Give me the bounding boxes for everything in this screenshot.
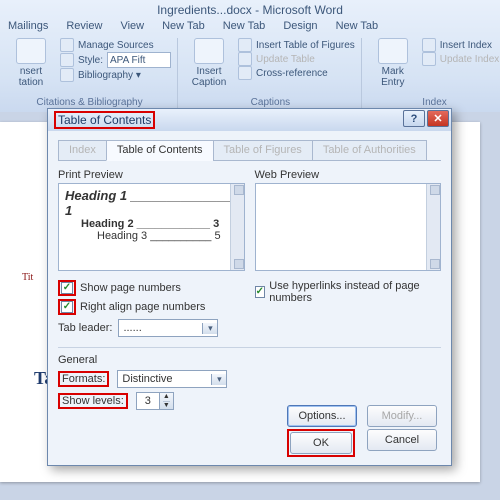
group-index: Mark Entry Insert Index Update Index Ind… bbox=[364, 38, 500, 110]
insert-index-label: Insert Index bbox=[440, 40, 492, 51]
dialog-tabs: Index Table of Contents Table of Figures… bbox=[58, 139, 441, 161]
right-align-checkbox[interactable] bbox=[61, 301, 73, 313]
book-icon bbox=[60, 38, 74, 52]
scrollbar-web[interactable] bbox=[426, 184, 440, 270]
group-label-citations: Citations & Bibliography bbox=[8, 97, 171, 108]
crossref-icon bbox=[238, 66, 252, 80]
insert-tof-button[interactable]: Insert Table of Figures bbox=[238, 38, 355, 52]
mark-entry-button[interactable]: Mark Entry bbox=[370, 38, 416, 88]
tab-review[interactable]: Review bbox=[64, 18, 104, 34]
caption-icon bbox=[194, 38, 224, 64]
chevron-down-icon bbox=[202, 323, 217, 334]
sample-h1: Heading 1 ______________ 1 bbox=[65, 188, 238, 218]
tab-leader-combo[interactable]: ...... bbox=[118, 319, 218, 337]
show-page-numbers-label: Show page numbers bbox=[80, 282, 181, 294]
formats-combo[interactable]: Distinctive bbox=[117, 370, 227, 388]
mark-entry-icon bbox=[378, 38, 408, 64]
help-button[interactable]: ? bbox=[403, 110, 425, 127]
tab-view[interactable]: View bbox=[118, 18, 146, 34]
formats-value: Distinctive bbox=[118, 373, 176, 385]
modify-button: Modify... bbox=[367, 405, 437, 427]
insert-caption-button[interactable]: Insert Caption bbox=[186, 38, 232, 88]
update-index-icon bbox=[422, 52, 436, 66]
chevron-down-icon bbox=[211, 374, 226, 385]
tab-new3[interactable]: New Tab bbox=[334, 18, 381, 34]
group-label-index: Index bbox=[370, 97, 500, 108]
group-captions: Insert Caption Insert Table of Figures U… bbox=[180, 38, 362, 110]
style-icon bbox=[60, 53, 74, 67]
right-align-label: Right align page numbers bbox=[80, 301, 205, 313]
update-table-button[interactable]: Update Table bbox=[238, 52, 355, 66]
cancel-button[interactable]: Cancel bbox=[367, 429, 437, 451]
bibliography-icon bbox=[60, 68, 74, 82]
tab-toa[interactable]: Table of Authorities bbox=[312, 140, 427, 161]
tab-toc[interactable]: Table of Contents bbox=[106, 140, 214, 161]
dialog-title: Table of Contents bbox=[54, 111, 155, 129]
insert-caption-label: Insert Caption bbox=[186, 66, 232, 88]
crossref-label: Cross-reference bbox=[256, 68, 328, 79]
insert-index-button[interactable]: Insert Index bbox=[422, 38, 500, 52]
ok-button[interactable]: OK bbox=[290, 432, 352, 454]
tab-leader-label: Tab leader: bbox=[58, 322, 112, 334]
show-page-numbers-checkbox[interactable] bbox=[61, 282, 73, 294]
tab-new1[interactable]: New Tab bbox=[160, 18, 207, 34]
options-button[interactable]: Options... bbox=[287, 405, 357, 427]
use-hyperlinks-checkbox[interactable] bbox=[255, 286, 266, 298]
tof-icon bbox=[238, 38, 252, 52]
print-preview-box: Heading 1 ______________ 1 Heading 2 ___… bbox=[58, 183, 245, 271]
style-combo[interactable]: APA Fift bbox=[107, 52, 171, 68]
web-preview-box bbox=[255, 183, 442, 271]
close-button[interactable]: ✕ bbox=[427, 110, 449, 127]
tab-tof[interactable]: Table of Figures bbox=[213, 140, 313, 161]
index-icon bbox=[422, 38, 436, 52]
group-citations: nsert tation Manage Sources Style: APA Fi… bbox=[2, 38, 178, 110]
scrollbar[interactable] bbox=[230, 184, 244, 270]
tab-new2[interactable]: New Tab bbox=[221, 18, 268, 34]
citation-icon bbox=[16, 38, 46, 64]
show-levels-spinner[interactable]: 3 ▲▼ bbox=[136, 392, 174, 410]
manage-sources-button[interactable]: Manage Sources bbox=[60, 38, 171, 52]
bibliography-button[interactable]: Bibliography ▾ bbox=[60, 68, 171, 82]
insert-citation-button[interactable]: nsert tation bbox=[8, 38, 54, 88]
ribbon-tabs: Mailings Review View New Tab New Tab Des… bbox=[0, 18, 500, 34]
tab-mailings[interactable]: Mailings bbox=[6, 18, 50, 34]
web-preview-label: Web Preview bbox=[255, 169, 442, 181]
mark-entry-label: Mark Entry bbox=[370, 66, 416, 88]
tof-label: Insert Table of Figures bbox=[256, 40, 355, 51]
style-value: APA Fift bbox=[110, 55, 145, 66]
group-label-captions: Captions bbox=[186, 97, 355, 108]
tab-design[interactable]: Design bbox=[281, 18, 319, 34]
update-table-label: Update Table bbox=[256, 54, 315, 65]
window-title: Ingredients...docx - Microsoft Word bbox=[0, 0, 500, 18]
bibliography-label: Bibliography ▾ bbox=[78, 70, 141, 81]
style-label: Style: bbox=[78, 55, 103, 66]
sample-h2: Heading 2 ____________ 3 bbox=[81, 218, 238, 230]
spin-down-icon[interactable]: ▼ bbox=[163, 402, 170, 410]
print-preview-label: Print Preview bbox=[58, 169, 245, 181]
tab-leader-value: ...... bbox=[119, 322, 145, 334]
insert-citation-label: nsert tation bbox=[8, 66, 54, 88]
manage-sources-label: Manage Sources bbox=[78, 40, 154, 51]
use-hyperlinks-label: Use hyperlinks instead of page numbers bbox=[269, 280, 441, 304]
dialog-titlebar: Table of Contents ? ✕ bbox=[48, 109, 451, 131]
show-levels-label: Show levels: bbox=[58, 393, 128, 409]
update-index-label: Update Index bbox=[440, 54, 500, 65]
tab-index[interactable]: Index bbox=[58, 140, 107, 161]
update-index-button[interactable]: Update Index bbox=[422, 52, 500, 66]
update-icon bbox=[238, 52, 252, 66]
show-levels-value: 3 bbox=[137, 393, 159, 409]
page-text-1: Tit bbox=[22, 272, 33, 283]
general-label: General bbox=[58, 354, 441, 366]
toc-dialog: Table of Contents ? ✕ Index Table of Con… bbox=[47, 108, 452, 466]
sample-h3: Heading 3 __________ 5 bbox=[97, 230, 238, 242]
cross-reference-button[interactable]: Cross-reference bbox=[238, 66, 355, 80]
formats-label: Formats: bbox=[58, 371, 109, 387]
ribbon: Ingredients...docx - Microsoft Word Mail… bbox=[0, 0, 500, 112]
spin-up-icon[interactable]: ▲ bbox=[163, 393, 170, 402]
